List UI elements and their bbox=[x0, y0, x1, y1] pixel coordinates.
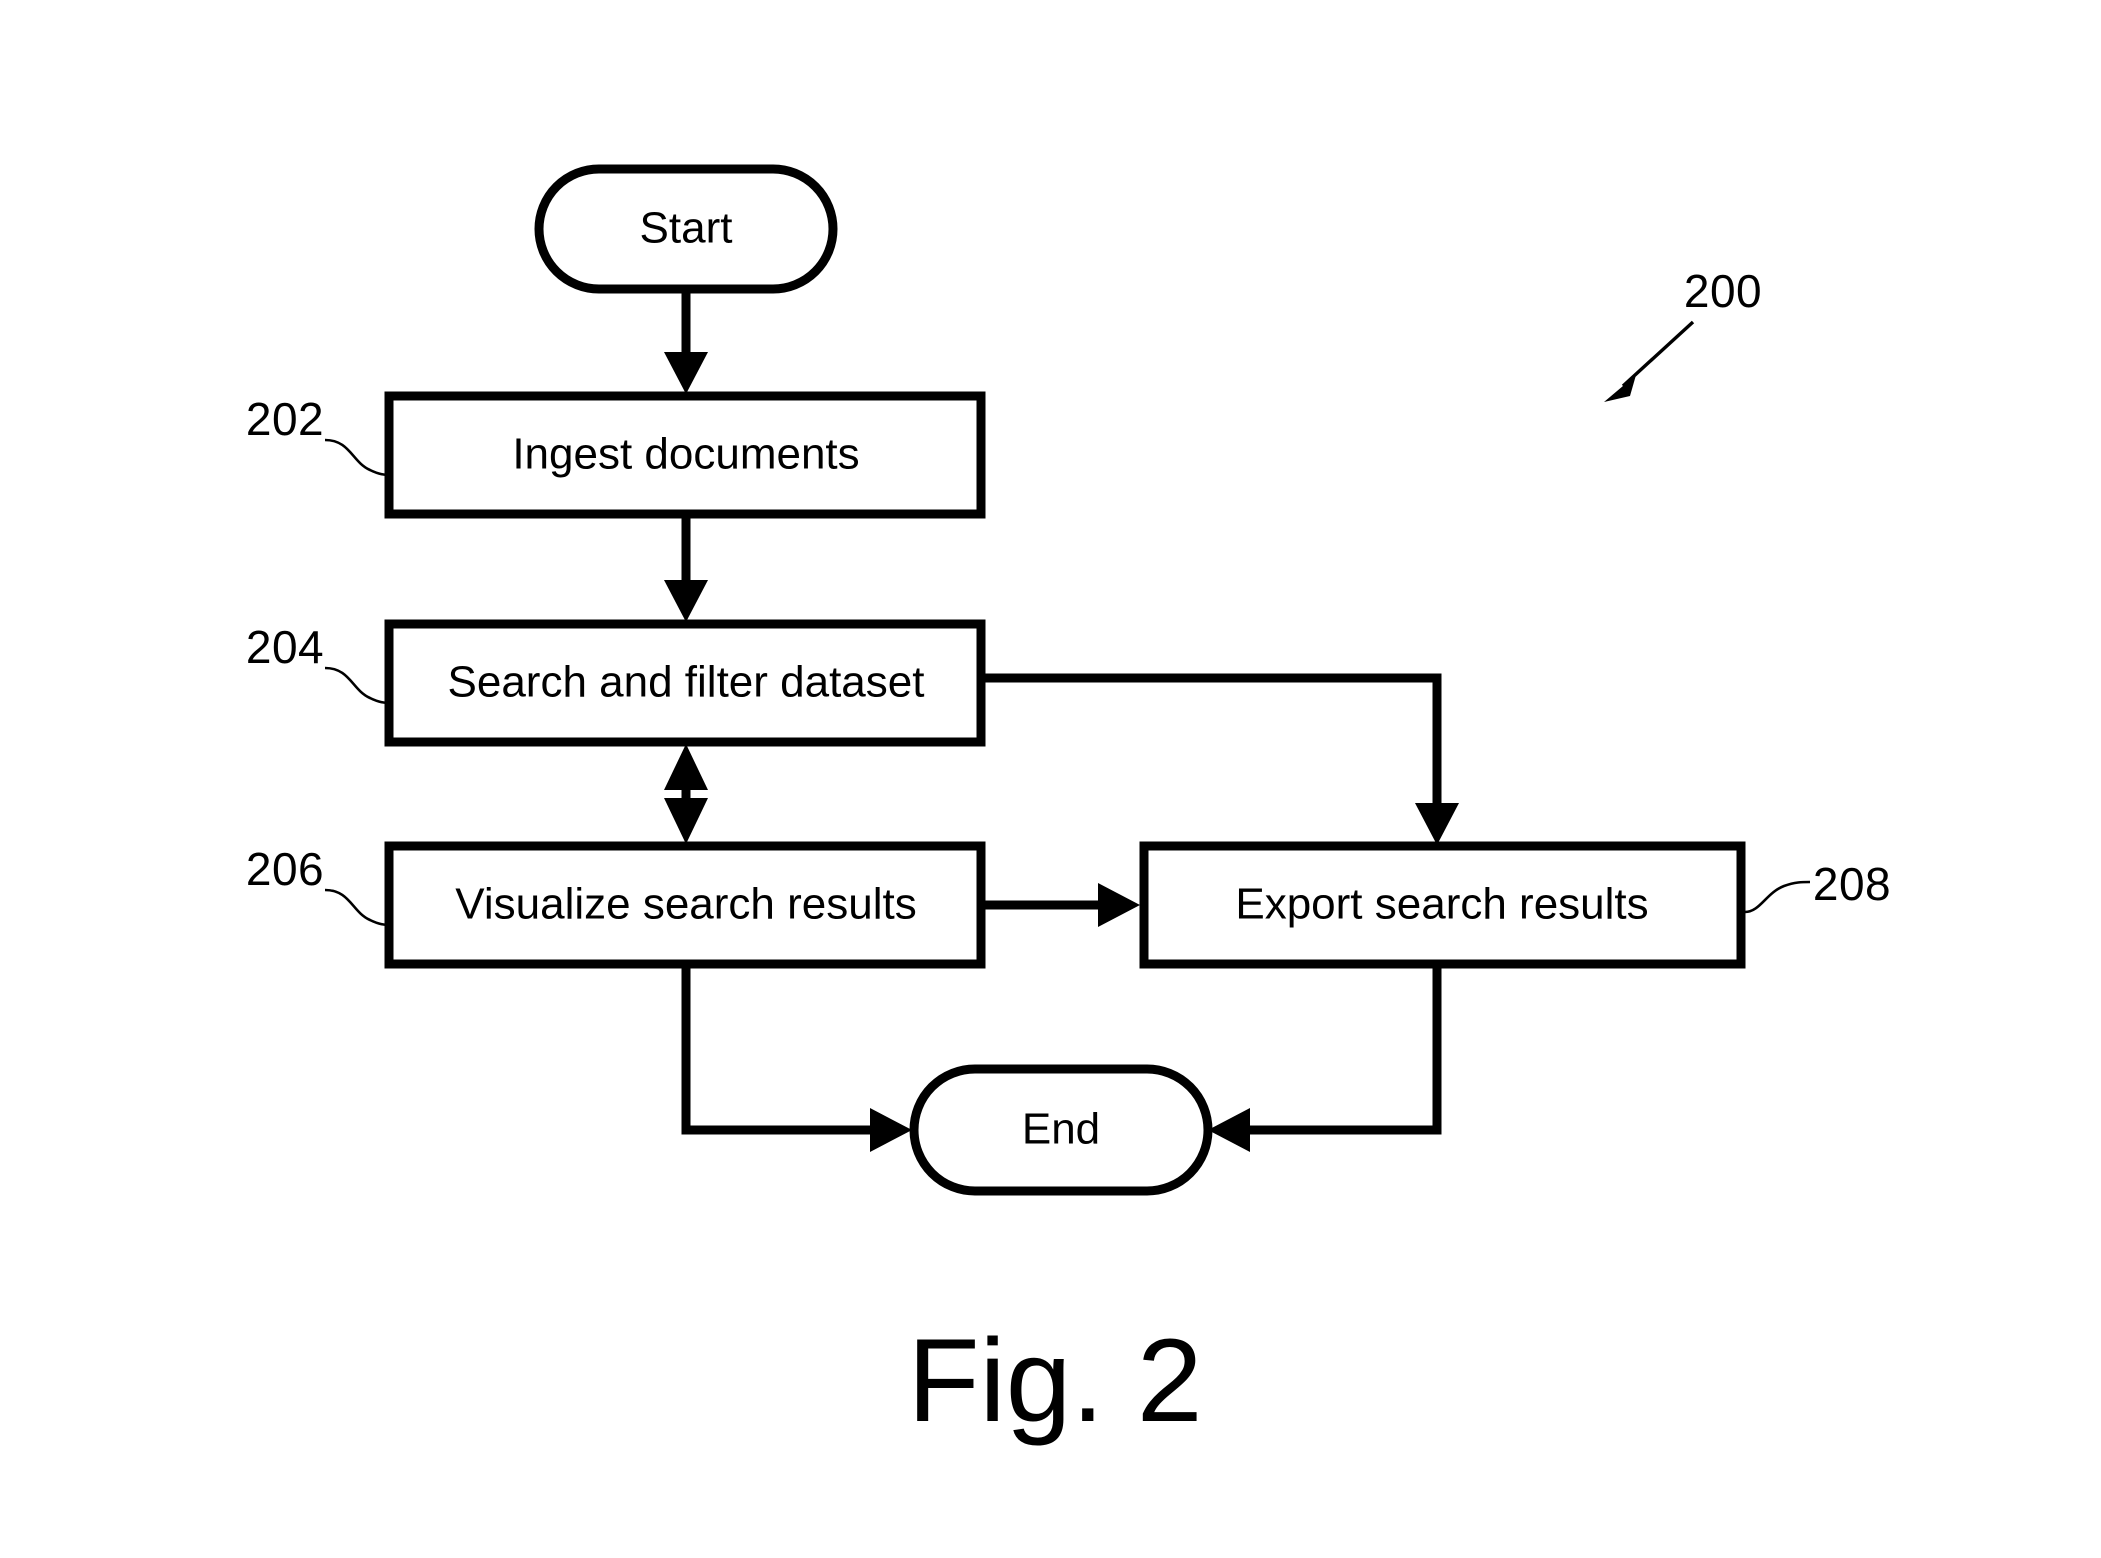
arrowhead-left-208-end bbox=[1208, 1108, 1250, 1152]
ref-208-leader-line bbox=[1744, 880, 1811, 914]
flowchart-diagram: Start Ingest documents 202 Search and fi… bbox=[246, 164, 1891, 1447]
arrowhead-right-206-end bbox=[870, 1108, 912, 1152]
reference-numeral-206: 206 bbox=[246, 843, 390, 927]
step-208-label: Export search results bbox=[1235, 880, 1648, 929]
node-step-204[interactable]: Search and filter dataset bbox=[384, 619, 986, 747]
node-step-208[interactable]: Export search results bbox=[1139, 841, 1746, 969]
edge-204-to-206-bidirectional bbox=[664, 744, 708, 844]
reference-numeral-200: 200 bbox=[1604, 265, 1762, 402]
ref-206-leader-line bbox=[324, 888, 390, 927]
ref-202-leader-line bbox=[324, 438, 390, 477]
end-label: End bbox=[1022, 1105, 1100, 1154]
figure-caption: Fig. 2 bbox=[907, 1315, 1202, 1447]
ref-200-text: 200 bbox=[1684, 265, 1762, 317]
node-step-206[interactable]: Visualize search results bbox=[384, 841, 986, 969]
edge-206-to-end bbox=[681, 968, 912, 1152]
ref-204-leader-line bbox=[324, 666, 390, 705]
ref-204-text: 204 bbox=[246, 621, 324, 673]
node-start[interactable]: Start bbox=[534, 164, 838, 294]
edge-208-to-end bbox=[1208, 968, 1442, 1152]
reference-numeral-208: 208 bbox=[1744, 858, 1891, 914]
start-label: Start bbox=[640, 204, 733, 253]
arrowhead-down-start-202 bbox=[664, 352, 708, 394]
step-202-label: Ingest documents bbox=[512, 430, 859, 479]
edge-204-to-208 bbox=[985, 673, 1459, 845]
edge-202-to-204 bbox=[664, 518, 708, 622]
arrowhead-down-202-204 bbox=[664, 580, 708, 622]
ref-206-text: 206 bbox=[246, 843, 324, 895]
ref-208-text: 208 bbox=[1813, 858, 1891, 910]
figure-page: Start Ingest documents 202 Search and fi… bbox=[0, 0, 2101, 1558]
ref-202-text: 202 bbox=[246, 393, 324, 445]
ref-200-arrow-line bbox=[1621, 320, 1695, 388]
reference-numeral-204: 204 bbox=[246, 621, 390, 705]
reference-numeral-202: 202 bbox=[246, 393, 390, 477]
node-end[interactable]: End bbox=[909, 1064, 1213, 1196]
arrowhead-up-206-204 bbox=[664, 744, 708, 790]
arrowhead-right-206-208 bbox=[1098, 883, 1140, 927]
edge-start-to-202 bbox=[664, 292, 708, 394]
arrowhead-down-204-208 bbox=[1415, 803, 1459, 845]
edge-206-to-208 bbox=[985, 883, 1140, 927]
step-204-label: Search and filter dataset bbox=[448, 658, 925, 707]
step-206-label: Visualize search results bbox=[455, 880, 916, 929]
arrowhead-down-204-206 bbox=[664, 798, 708, 844]
node-step-202[interactable]: Ingest documents bbox=[384, 391, 986, 519]
